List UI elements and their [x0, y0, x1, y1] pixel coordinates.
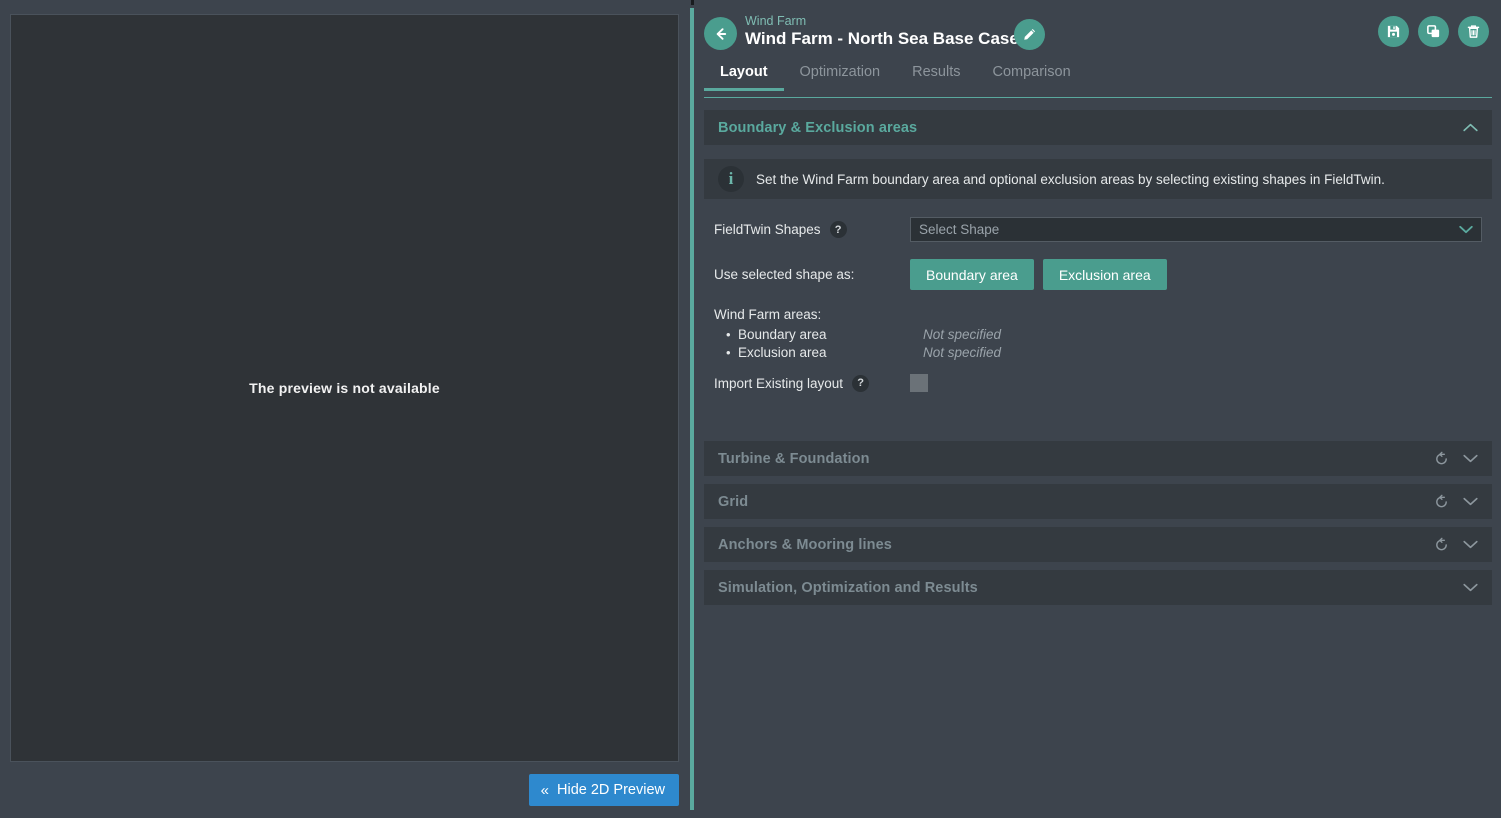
- chevron-down-icon[interactable]: [1463, 540, 1478, 549]
- fieldtwin-shapes-row: FieldTwin Shapes ? Select Shape: [714, 217, 1482, 242]
- import-layout-label-group: Import Existing layout ?: [714, 375, 910, 392]
- chevron-down-icon[interactable]: [1463, 454, 1478, 463]
- set-boundary-area-button[interactable]: Boundary area: [910, 259, 1034, 290]
- tab-optimization[interactable]: Optimization: [784, 62, 897, 90]
- section-title-boundary-exclusion: Boundary & Exclusion areas: [718, 120, 917, 136]
- application-window: The preview is not available « Hide 2D P…: [0, 0, 1501, 818]
- section-header-boundary-exclusion[interactable]: Boundary & Exclusion areas: [704, 110, 1492, 145]
- duplicate-button[interactable]: [1418, 16, 1449, 47]
- pane-header: Wind Farm Wind Farm - North Sea Base Cas…: [694, 0, 1501, 60]
- wind-farm-areas-list: Boundary area Not specified Exclusion ar…: [714, 327, 1482, 360]
- preview-pane: The preview is not available « Hide 2D P…: [0, 0, 691, 818]
- import-existing-layout-row: Import Existing layout ?: [714, 374, 1482, 392]
- preview-toolbar: « Hide 2D Preview: [0, 762, 691, 818]
- back-button[interactable]: [704, 17, 737, 50]
- area-value-boundary: Not specified: [923, 327, 1001, 342]
- tab-layout-label: Layout: [720, 64, 768, 80]
- section-header-icons-boundary: [1463, 123, 1478, 132]
- import-layout-label: Import Existing layout: [714, 376, 843, 391]
- section-title-simulation-optimization-results: Simulation, Optimization and Results: [718, 580, 978, 596]
- reset-arrow-icon[interactable]: [1434, 494, 1449, 509]
- hide-2d-preview-label: Hide 2D Preview: [557, 782, 665, 798]
- tab-results-label: Results: [912, 64, 960, 80]
- section-header-icons-anchors: [1434, 537, 1478, 552]
- wind-farm-areas-title: Wind Farm areas:: [714, 307, 1482, 322]
- chevron-down-icon[interactable]: [1463, 583, 1478, 592]
- section-title-anchors-mooring: Anchors & Mooring lines: [718, 537, 892, 553]
- wind-farm-areas-block: Wind Farm areas: Boundary area Not speci…: [714, 307, 1482, 360]
- list-item: Exclusion area Not specified: [738, 345, 1482, 360]
- edit-title-button[interactable]: [1014, 19, 1045, 50]
- area-value-exclusion: Not specified: [923, 345, 1001, 360]
- arrow-left-icon: [713, 26, 729, 42]
- info-banner: i Set the Wind Farm boundary area and op…: [704, 159, 1492, 199]
- reset-arrow-icon[interactable]: [1434, 451, 1449, 466]
- tab-comparison-label: Comparison: [992, 64, 1070, 80]
- double-chevron-left-icon: «: [541, 783, 549, 798]
- preview-canvas[interactable]: The preview is not available: [10, 14, 679, 762]
- use-shape-row: Use selected shape as: Boundary area Exc…: [714, 259, 1482, 290]
- settings-accordion: Boundary & Exclusion areas i Set the Win…: [704, 110, 1492, 605]
- settings-pane: Wind Farm Wind Farm - North Sea Base Cas…: [694, 0, 1501, 818]
- set-exclusion-area-label: Exclusion area: [1059, 267, 1151, 283]
- info-icon: i: [718, 166, 744, 192]
- section-header-simulation-optimization-results[interactable]: Simulation, Optimization and Results: [704, 570, 1492, 605]
- fieldtwin-shapes-help-icon[interactable]: ?: [830, 221, 847, 238]
- tab-comparison[interactable]: Comparison: [976, 62, 1086, 90]
- chevron-down-icon: [1459, 222, 1473, 237]
- chevron-down-icon[interactable]: [1463, 497, 1478, 506]
- use-shape-label: Use selected shape as:: [714, 267, 854, 282]
- trash-icon: [1466, 24, 1481, 39]
- set-exclusion-area-button[interactable]: Exclusion area: [1043, 259, 1167, 290]
- header-actions: [1378, 16, 1489, 47]
- section-header-icons-turbine: [1434, 451, 1478, 466]
- boundary-form: FieldTwin Shapes ? Select Shape: [704, 217, 1492, 392]
- section-header-grid[interactable]: Grid: [704, 484, 1492, 519]
- area-name-exclusion: Exclusion area: [738, 345, 923, 360]
- preview-unavailable-message: The preview is not available: [11, 380, 678, 396]
- area-name-boundary: Boundary area: [738, 327, 923, 342]
- fieldtwin-shapes-select-value: Select Shape: [919, 222, 999, 237]
- save-button[interactable]: [1378, 16, 1409, 47]
- breadcrumb: Wind Farm: [745, 14, 806, 28]
- fieldtwin-shapes-label: FieldTwin Shapes: [714, 222, 821, 237]
- section-title-grid: Grid: [718, 494, 748, 510]
- tab-layout[interactable]: Layout: [704, 62, 784, 90]
- copy-icon: [1426, 24, 1441, 39]
- tab-bar: Layout Optimization Results Comparison: [704, 62, 1492, 98]
- section-body-boundary-exclusion: i Set the Wind Farm boundary area and op…: [704, 145, 1492, 419]
- section-header-turbine-foundation[interactable]: Turbine & Foundation: [704, 441, 1492, 476]
- fieldtwin-shapes-label-group: FieldTwin Shapes ?: [714, 221, 910, 238]
- import-layout-checkbox[interactable]: [910, 374, 928, 392]
- list-item: Boundary area Not specified: [738, 327, 1482, 342]
- info-banner-text: Set the Wind Farm boundary area and opti…: [756, 172, 1385, 187]
- page-title: Wind Farm - North Sea Base Case: [745, 29, 1019, 49]
- import-layout-help-icon[interactable]: ?: [852, 375, 869, 392]
- use-shape-label-group: Use selected shape as:: [714, 267, 910, 282]
- chevron-up-icon[interactable]: [1463, 123, 1478, 132]
- set-boundary-area-label: Boundary area: [926, 267, 1018, 283]
- section-header-icons-simulation: [1463, 583, 1478, 592]
- section-header-icons-grid: [1434, 494, 1478, 509]
- fieldtwin-shapes-select[interactable]: Select Shape: [910, 217, 1482, 242]
- floppy-disk-icon: [1386, 24, 1401, 39]
- section-title-turbine-foundation: Turbine & Foundation: [718, 451, 870, 467]
- delete-button[interactable]: [1458, 16, 1489, 47]
- tab-results[interactable]: Results: [896, 62, 976, 90]
- tab-optimization-label: Optimization: [800, 64, 881, 80]
- section-header-anchors-mooring[interactable]: Anchors & Mooring lines: [704, 527, 1492, 562]
- hide-2d-preview-button[interactable]: « Hide 2D Preview: [529, 774, 679, 806]
- reset-arrow-icon[interactable]: [1434, 537, 1449, 552]
- pencil-icon: [1022, 27, 1037, 42]
